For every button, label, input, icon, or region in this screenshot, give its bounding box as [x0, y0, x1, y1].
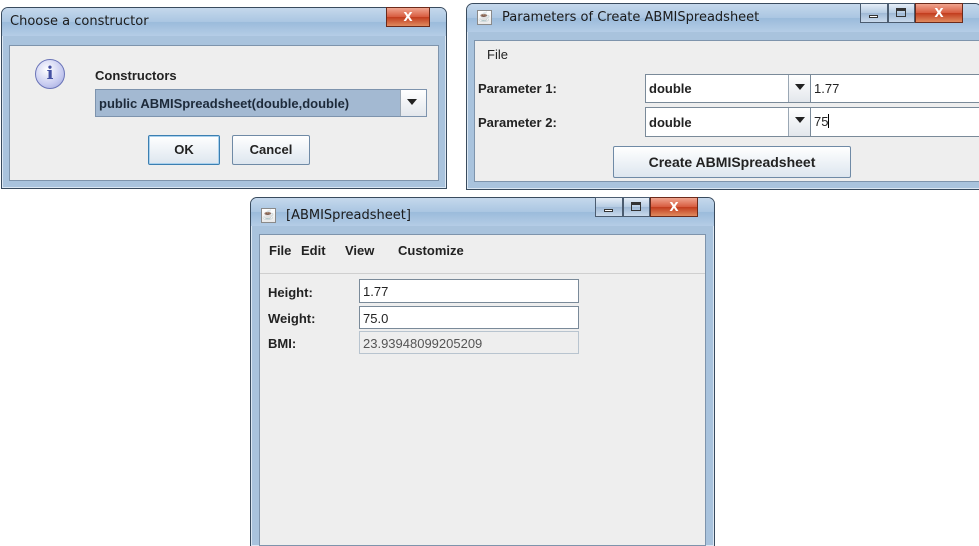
- abmispreadsheet-content: File Edit View Customize Height: 1.77 We…: [259, 234, 706, 546]
- menu-file[interactable]: File: [269, 243, 291, 258]
- menu-file[interactable]: File: [487, 47, 508, 62]
- parameter-2-input-value: 75: [814, 114, 829, 129]
- parameter-2-type-select[interactable]: double: [645, 107, 811, 137]
- abmispreadsheet-window: ☕ [ABMISpreadsheet] X File Edit View Cus…: [250, 197, 715, 546]
- parameters-title: Parameters of Create ABMISpreadsheet: [502, 10, 760, 25]
- height-input[interactable]: 1.77: [359, 279, 579, 303]
- weight-label: Weight:: [268, 311, 316, 326]
- parameters-dialog: ☕ Parameters of Create ABMISpreadsheet X…: [466, 3, 979, 190]
- bmi-label: BMI:: [268, 336, 297, 351]
- parameter-1-label: Parameter 1:: [478, 81, 557, 96]
- chevron-down-icon[interactable]: [400, 90, 426, 116]
- minimize-button[interactable]: [860, 3, 888, 23]
- chevron-down-icon[interactable]: [788, 108, 810, 136]
- close-button[interactable]: X: [386, 7, 430, 27]
- text-cursor: [828, 114, 830, 128]
- java-icon: ☕: [477, 10, 492, 25]
- constructor-select[interactable]: public ABMISpreadsheet(double,double): [95, 89, 427, 117]
- menu-edit[interactable]: Edit: [301, 243, 326, 258]
- parameter-2-input[interactable]: 75: [811, 107, 979, 137]
- abmispreadsheet-titlebar[interactable]: ☕ [ABMISpreadsheet] X: [251, 197, 714, 226]
- minimize-button[interactable]: [595, 197, 623, 217]
- parameters-content: File Parameter 1: double 1.77 Parameter …: [474, 40, 979, 182]
- close-button[interactable]: X: [650, 197, 698, 217]
- cancel-button[interactable]: Cancel: [232, 135, 310, 165]
- parameter-2-label: Parameter 2:: [478, 115, 557, 130]
- close-button[interactable]: X: [915, 3, 963, 23]
- weight-input[interactable]: 75.0: [359, 306, 579, 329]
- abmispreadsheet-title: [ABMISpreadsheet]: [286, 208, 411, 223]
- choose-constructor-title: Choose a constructor: [10, 14, 149, 29]
- chevron-down-icon[interactable]: [788, 75, 810, 102]
- menu-view[interactable]: View: [345, 243, 374, 258]
- parameters-titlebar[interactable]: ☕ Parameters of Create ABMISpreadsheet X: [467, 3, 979, 32]
- maximize-button[interactable]: [623, 197, 650, 217]
- menu-bar: File Edit View Customize: [260, 235, 705, 274]
- choose-constructor-dialog: Choose a constructor X i Constructors pu…: [1, 7, 447, 189]
- bmi-value: 23.93948099205209: [359, 331, 579, 354]
- parameter-1-type-value: double: [649, 81, 692, 96]
- ok-button[interactable]: OK: [148, 135, 220, 165]
- choose-constructor-content: i Constructors public ABMISpreadsheet(do…: [9, 45, 439, 181]
- info-icon: i: [35, 59, 65, 89]
- height-label: Height:: [268, 285, 313, 300]
- parameter-1-type-select[interactable]: double: [645, 74, 811, 103]
- menu-customize[interactable]: Customize: [398, 243, 464, 258]
- maximize-button[interactable]: [888, 3, 915, 23]
- create-abmispreadsheet-button[interactable]: Create ABMISpreadsheet: [613, 146, 851, 178]
- java-icon: ☕: [261, 208, 276, 223]
- parameter-1-input[interactable]: 1.77: [811, 74, 979, 103]
- constructor-select-value: public ABMISpreadsheet(double,double): [99, 96, 350, 111]
- choose-constructor-titlebar[interactable]: Choose a constructor X: [2, 7, 446, 36]
- parameter-2-type-value: double: [649, 115, 692, 130]
- constructors-heading: Constructors: [95, 68, 177, 83]
